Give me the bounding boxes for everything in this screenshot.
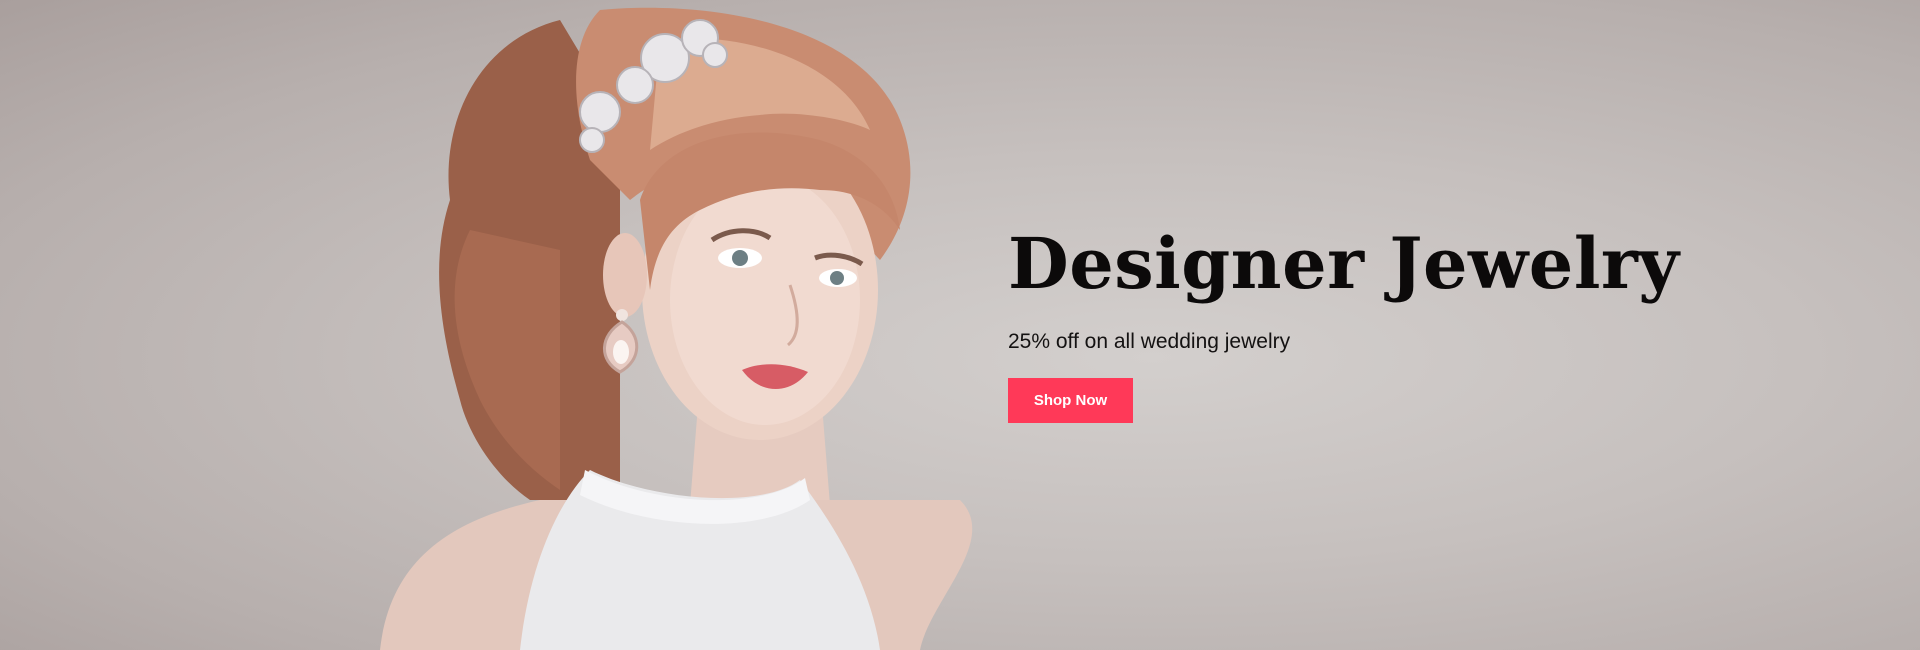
hero-content: Designer Jewelry 25% off on all wedding …	[1008, 222, 1708, 423]
shop-now-button[interactable]: Shop Now	[1008, 378, 1133, 423]
hero-banner: Designer Jewelry 25% off on all wedding …	[0, 0, 1920, 650]
hero-subtitle: 25% off on all wedding jewelry	[1008, 330, 1291, 353]
hero-title: Designer Jewelry	[1008, 222, 1680, 305]
